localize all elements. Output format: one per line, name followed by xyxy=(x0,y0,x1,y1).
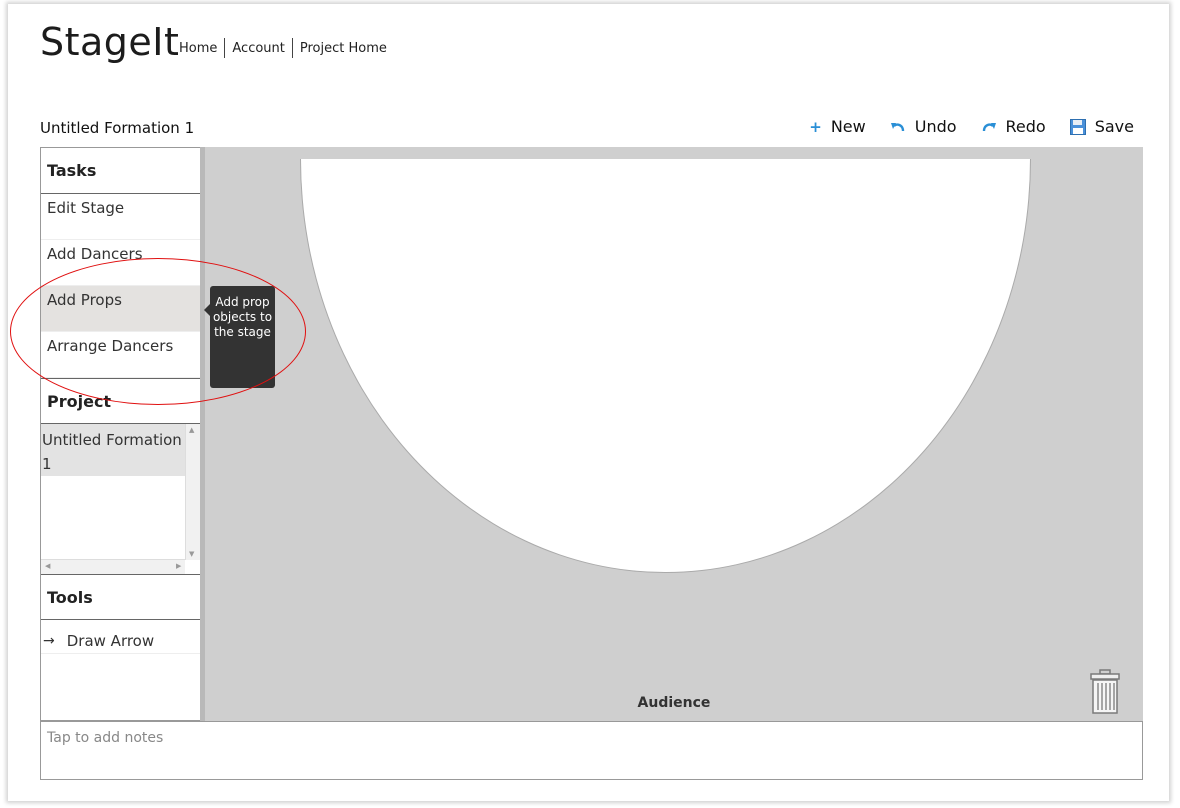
undo-button[interactable]: Undo xyxy=(890,117,957,136)
project-list-vertical-scrollbar[interactable]: ▲ ▼ xyxy=(185,424,200,560)
project-list: Untitled Formation 1 ▲ ▼ ◀ ▶ xyxy=(41,424,200,574)
save-label: Save xyxy=(1094,117,1134,136)
project-list-horizontal-scrollbar[interactable]: ◀ ▶ xyxy=(41,559,185,574)
nav-account-link[interactable]: Account xyxy=(225,41,292,56)
nav-home-link[interactable]: Home xyxy=(179,41,224,56)
stage-canvas[interactable]: Audience xyxy=(200,147,1143,721)
task-add-dancers[interactable]: Add Dancers xyxy=(41,240,200,286)
add-props-tooltip: Add prop objects to the stage xyxy=(204,286,275,388)
arrow-right-icon: → xyxy=(43,632,55,649)
task-edit-stage[interactable]: Edit Stage xyxy=(41,194,200,240)
top-nav: Home Account Project Home xyxy=(179,38,394,58)
stage-shape[interactable] xyxy=(300,159,1031,573)
tasks-heading: Tasks xyxy=(41,148,200,194)
tools-heading: Tools xyxy=(41,574,200,620)
new-button[interactable]: + New xyxy=(809,117,865,136)
floppy-disk-icon xyxy=(1069,118,1086,135)
undo-label: Undo xyxy=(914,117,957,136)
save-button[interactable]: Save xyxy=(1069,117,1134,136)
tool-draw-arrow[interactable]: → Draw Arrow xyxy=(41,620,200,654)
task-arrange-dancers[interactable]: Arrange Dancers xyxy=(41,332,200,378)
app-logo[interactable]: StageIt xyxy=(40,20,179,64)
scroll-up-icon[interactable]: ▲ xyxy=(189,426,194,434)
trash-icon[interactable] xyxy=(1089,669,1121,717)
toolbar: + New Undo Redo Save xyxy=(785,117,1134,136)
scroll-left-icon[interactable]: ◀ xyxy=(45,562,50,570)
scroll-down-icon[interactable]: ▼ xyxy=(189,550,194,558)
redo-label: Redo xyxy=(1005,117,1046,136)
scroll-right-icon[interactable]: ▶ xyxy=(176,562,181,570)
task-add-props[interactable]: Add Props xyxy=(41,286,200,332)
plus-icon: + xyxy=(809,117,822,136)
new-label: New xyxy=(830,117,866,136)
tool-draw-arrow-label: Draw Arrow xyxy=(66,631,155,650)
project-heading: Project xyxy=(41,378,200,424)
nav-project-home-link[interactable]: Project Home xyxy=(293,41,394,56)
redo-icon xyxy=(981,120,997,134)
project-item[interactable]: Untitled Formation 1 xyxy=(41,424,185,476)
sidebar: Tasks Edit Stage Add Dancers Add Props A… xyxy=(40,147,200,721)
formation-title: Untitled Formation 1 xyxy=(40,119,195,137)
undo-icon xyxy=(890,120,906,134)
audience-label: Audience xyxy=(637,695,711,711)
notes-field[interactable]: Tap to add notes xyxy=(40,721,1143,780)
redo-button[interactable]: Redo xyxy=(981,117,1046,136)
